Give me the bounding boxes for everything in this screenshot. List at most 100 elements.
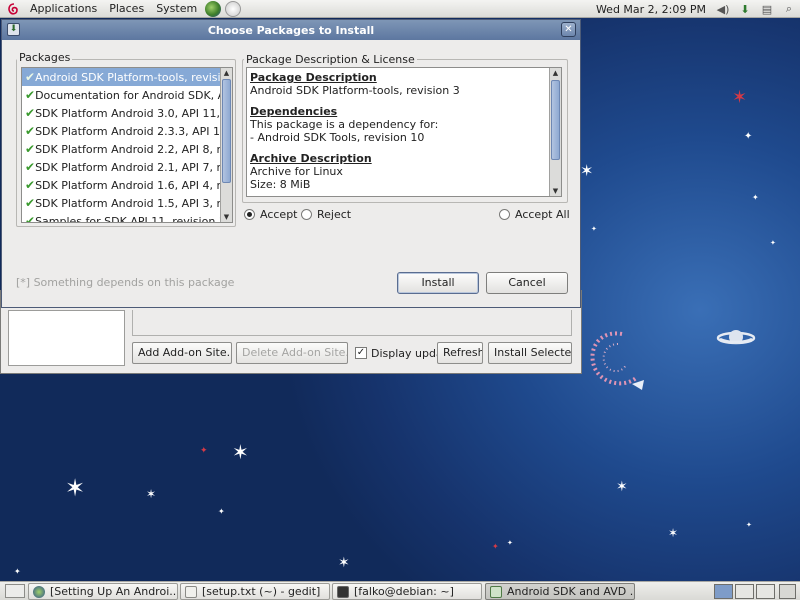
- package-row[interactable]: ✔Documentation for Android SDK, API 11, …: [22, 86, 220, 104]
- package-row[interactable]: ✔SDK Platform Android 1.6, API 4, revisi…: [22, 176, 220, 194]
- taskbar-item-android-sdk[interactable]: Android SDK and AVD ...: [485, 583, 635, 600]
- package-label: SDK Platform Android 2.1, API 7, revisio…: [35, 160, 220, 174]
- checkbox-box[interactable]: ✓: [355, 347, 367, 359]
- menu-system[interactable]: System: [150, 0, 203, 18]
- reject-label: Reject: [317, 208, 352, 221]
- star-decoration: ✦: [14, 567, 21, 576]
- scroll-down-icon[interactable]: ▼: [550, 186, 561, 196]
- accept-all-radio[interactable]: Accept All: [499, 208, 570, 221]
- taskbar-item-browser[interactable]: [Setting Up An Androi...: [28, 583, 178, 600]
- package-row[interactable]: ✔SDK Platform Android 2.2, API 8, revisi…: [22, 140, 220, 158]
- accept-all-radio-button[interactable]: [499, 209, 510, 220]
- scrollbar-thumb[interactable]: [551, 80, 560, 160]
- dependencies-heading: Dependencies: [250, 105, 338, 118]
- package-row[interactable]: ✔SDK Platform Android 1.5, API 3, revisi…: [22, 194, 220, 212]
- package-row[interactable]: ✔SDK Platform Android 2.3.3, API 10, rev…: [22, 122, 220, 140]
- add-addon-site-button[interactable]: Add Add-on Site...: [132, 342, 232, 364]
- archive-description-heading: Archive Description: [250, 152, 372, 165]
- sdk-category-list[interactable]: [8, 310, 125, 366]
- refresh-button[interactable]: Refresh: [437, 342, 483, 364]
- package-row[interactable]: ✔Android SDK Platform-tools, revision 3: [22, 68, 220, 86]
- dependencies-text: This package is a dependency for:: [250, 118, 439, 131]
- show-desktop-icon[interactable]: [5, 584, 25, 598]
- archive-size-text: Size: 8 MiB: [250, 178, 311, 191]
- volume-icon[interactable]: ◀): [715, 2, 731, 16]
- package-description-box[interactable]: Package Description Android SDK Platform…: [246, 67, 562, 197]
- reject-radio[interactable]: Reject: [301, 208, 351, 221]
- menu-places[interactable]: Places: [103, 0, 150, 18]
- package-label: SDK Platform Android 2.2, API 8, revisio…: [35, 142, 220, 156]
- package-row[interactable]: ✔SDK Platform Android 2.1, API 7, revisi…: [22, 158, 220, 176]
- taskbar-item-gedit[interactable]: [setup.txt (~) - gedit]: [180, 583, 330, 600]
- network-icon[interactable]: ▤: [759, 2, 775, 16]
- description-scrollbar[interactable]: ▲ ▼: [549, 68, 561, 196]
- package-label: Android SDK Platform-tools, revision 3: [35, 70, 220, 84]
- main-menu: Applications Places System: [0, 0, 243, 18]
- package-row[interactable]: ✔SDK Platform Android 3.0, API 11, revis…: [22, 104, 220, 122]
- check-icon: ✔: [25, 124, 36, 138]
- star-decoration: ✦: [218, 507, 225, 516]
- dependencies-item: - Android SDK Tools, revision 10: [250, 131, 425, 144]
- star-decoration: ✶: [146, 487, 157, 501]
- update-notifier-icon[interactable]: ⬇: [737, 2, 753, 16]
- text-editor-icon: [185, 585, 197, 598]
- android-sdk-icon: [490, 585, 502, 598]
- check-icon: ✔: [25, 142, 36, 156]
- star-decoration: ✶: [580, 161, 594, 180]
- package-label: SDK Platform Android 3.0, API 11, revisi…: [35, 106, 220, 120]
- star-decoration: ✦: [591, 225, 597, 233]
- web-browser-launcher-icon[interactable]: [205, 0, 222, 17]
- mail-launcher-icon[interactable]: [225, 0, 242, 17]
- scroll-up-icon[interactable]: ▲: [550, 68, 561, 78]
- debian-logo-icon[interactable]: [6, 2, 20, 16]
- planet-decoration: [716, 330, 756, 345]
- check-icon: ✔: [25, 106, 36, 120]
- star-decoration: ✦: [752, 193, 759, 202]
- window-menu-icon[interactable]: ⬇: [7, 23, 20, 36]
- check-icon: ✔: [25, 160, 36, 174]
- star-decoration: ✶: [616, 479, 628, 495]
- task-label: Android SDK and AVD ...: [507, 585, 635, 598]
- check-icon: ✔: [25, 178, 36, 192]
- close-icon[interactable]: ✕: [561, 22, 576, 37]
- display-updates-checkbox[interactable]: ✓ Display upda: [355, 342, 443, 364]
- star-decoration: ✦: [744, 131, 753, 142]
- taskbar-item-terminal[interactable]: [falko@debian: ~]: [332, 583, 482, 600]
- workspace-2[interactable]: [735, 584, 754, 599]
- check-icon: ✔: [25, 214, 36, 223]
- cancel-button[interactable]: Cancel: [486, 272, 568, 294]
- search-icon[interactable]: ⌕: [781, 2, 797, 16]
- bottom-panel: [Setting Up An Androi... [setup.txt (~) …: [0, 581, 800, 600]
- star-decoration: ✶: [668, 526, 679, 540]
- package-row[interactable]: ✔ Samples for SDK API 11, revision 1: [22, 212, 220, 223]
- star-decoration: ✶: [65, 474, 86, 502]
- install-button[interactable]: Install: [397, 272, 479, 294]
- package-label: SDK Platform Android 1.5, API 3, revisio…: [35, 196, 220, 210]
- scroll-down-icon[interactable]: ▼: [221, 212, 232, 222]
- dialog-titlebar[interactable]: ⬇ Choose Packages to Install ✕: [2, 20, 580, 40]
- check-icon: ✔: [25, 196, 36, 210]
- accept-radio[interactable]: Accept: [244, 208, 298, 221]
- trash-icon[interactable]: [779, 584, 796, 599]
- top-panel: Applications Places System Wed Mar 2, 2:…: [0, 0, 800, 18]
- packages-list[interactable]: ✔Android SDK Platform-tools, revision 3✔…: [21, 67, 233, 223]
- scroll-up-icon[interactable]: ▲: [221, 68, 232, 78]
- menu-applications[interactable]: Applications: [24, 0, 103, 18]
- reject-radio-button[interactable]: [301, 209, 312, 220]
- star-decoration: ✦: [200, 446, 208, 456]
- package-description-heading: Package Description: [250, 71, 377, 84]
- packages-scrollbar[interactable]: ▲ ▼: [220, 68, 232, 222]
- star-decoration: ✶: [732, 87, 748, 108]
- accept-radio-button[interactable]: [244, 209, 255, 220]
- accept-label: Accept: [260, 208, 298, 221]
- clock[interactable]: Wed Mar 2, 2:09 PM: [590, 3, 712, 16]
- accept-all-label: Accept All: [515, 208, 570, 221]
- workspace-1[interactable]: [714, 584, 733, 599]
- workspace-3[interactable]: [756, 584, 775, 599]
- scrollbar-thumb[interactable]: [222, 79, 231, 183]
- archive-description-text: Archive for Linux: [250, 165, 343, 178]
- package-label: SDK Platform Android 1.6, API 4, revisio…: [35, 178, 220, 192]
- install-selected-button[interactable]: Install Selected: [488, 342, 572, 364]
- package-description-text: Android SDK Platform-tools, revision 3: [250, 84, 460, 97]
- star-decoration: ✶: [338, 555, 350, 571]
